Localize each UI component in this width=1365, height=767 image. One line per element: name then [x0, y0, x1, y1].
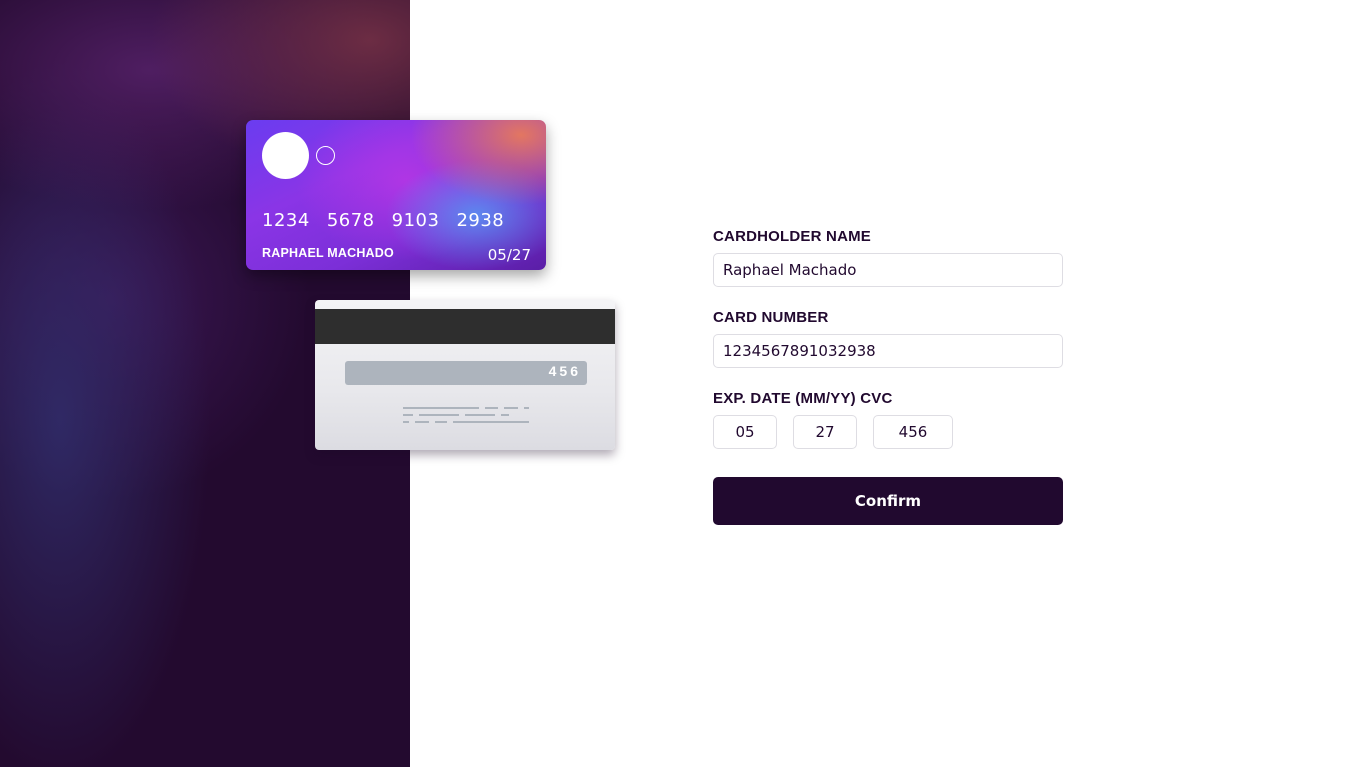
fine-print-row — [403, 421, 529, 423]
card-logo-filled-circle-icon — [262, 132, 309, 179]
cardholder-group: CARDHOLDER NAME Raphael Machado — [713, 228, 1063, 287]
fine-print-dash — [403, 407, 479, 409]
expiry-cvc-label: EXP. DATE (MM/YY) CVC — [713, 390, 893, 407]
card-number-group-field: CARD NUMBER 1234567891032938 — [713, 309, 1063, 368]
cvc-input[interactable]: 456 — [873, 415, 953, 449]
expiry-cvc-group: EXP. DATE (MM/YY) CVC 05 27 456 — [713, 390, 1063, 449]
fine-print-dash — [524, 407, 529, 409]
fine-print-dash — [504, 407, 519, 409]
card-details-form: CARDHOLDER NAME Raphael Machado CARD NUM… — [713, 228, 1063, 525]
fine-print-dash — [435, 421, 447, 423]
card-number-group: 1234 — [262, 210, 310, 231]
card-number-label: CARD NUMBER — [713, 309, 829, 326]
card-front-holder-name: RAPHAEL MACHADO — [262, 246, 394, 260]
fine-print-dash — [419, 414, 459, 416]
expiry-month-input[interactable]: 05 — [713, 415, 777, 449]
card-back: 456 — [315, 300, 615, 450]
card-back-fine-print — [403, 407, 529, 428]
card-back-cvc: 456 — [548, 363, 581, 379]
fine-print-dash — [501, 414, 509, 416]
cardholder-name-label: CARDHOLDER NAME — [713, 228, 871, 245]
expiry-cvc-row: 05 27 456 — [713, 408, 1063, 449]
card-number-group: 9103 — [391, 210, 440, 231]
card-front: 1234 5678 9103 2938 RAPHAEL MACHADO 05/2… — [246, 120, 546, 270]
cardholder-name-input[interactable]: Raphael Machado — [713, 253, 1063, 287]
expiry-year-input[interactable]: 27 — [793, 415, 857, 449]
fine-print-dash — [484, 407, 499, 409]
card-signature-strip: 456 — [345, 361, 587, 385]
fine-print-dash — [403, 421, 409, 423]
card-front-number: 1234 5678 9103 2938 — [262, 210, 504, 231]
card-number-group: 2938 — [456, 210, 505, 231]
fine-print-dash — [403, 414, 413, 416]
confirm-button[interactable]: Confirm — [713, 477, 1063, 525]
fine-print-dash — [453, 421, 529, 423]
card-logo-outline-circle-icon — [316, 146, 335, 165]
fine-print-dash — [415, 421, 429, 423]
card-number-input[interactable]: 1234567891032938 — [713, 334, 1063, 368]
fine-print-row — [403, 414, 529, 416]
card-magnetic-stripe — [315, 309, 615, 344]
card-number-group: 5678 — [326, 210, 375, 231]
card-front-expiry: 05/27 — [487, 246, 531, 264]
fine-print-dash — [465, 414, 495, 416]
fine-print-row — [403, 407, 529, 409]
